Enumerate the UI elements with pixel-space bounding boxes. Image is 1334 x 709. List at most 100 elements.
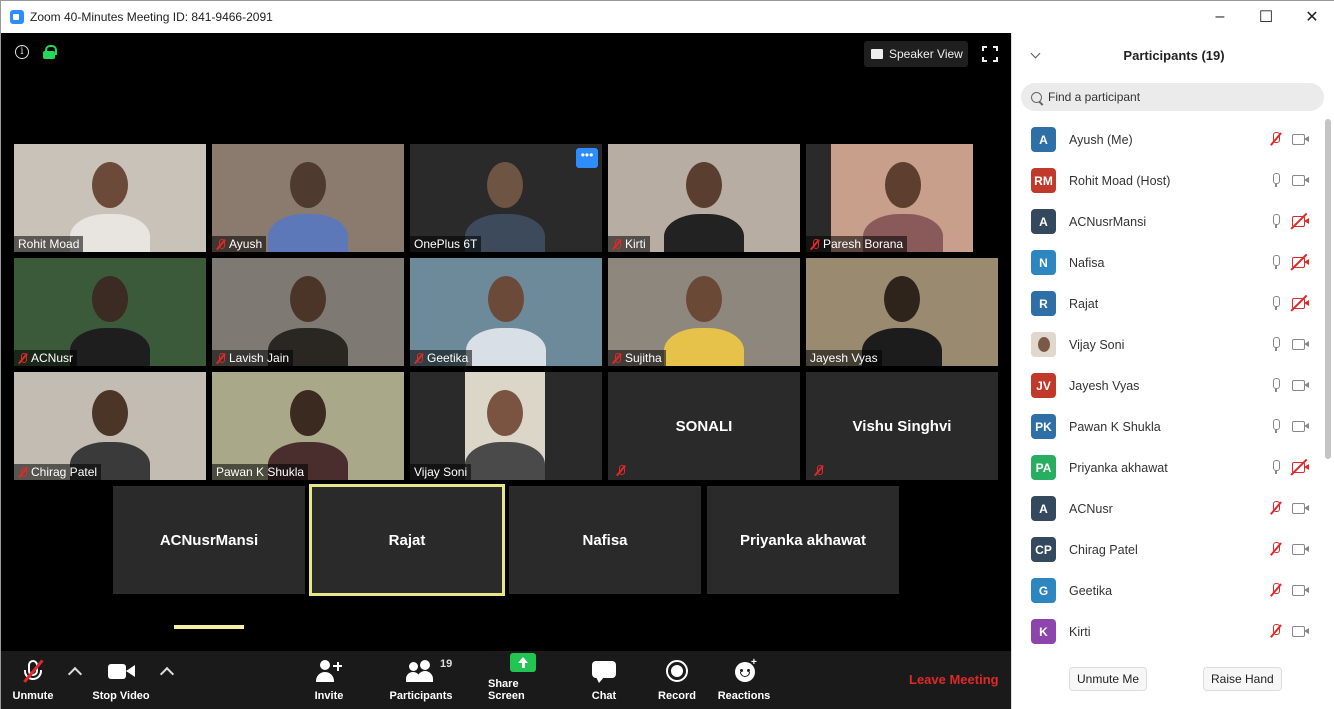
participants-scrollbar[interactable] [1325, 119, 1331, 459]
video-tile[interactable]: Sujitha [608, 258, 800, 366]
participant-row[interactable]: K Kirti [1012, 611, 1324, 652]
participant-row[interactable]: G Geetika [1012, 570, 1324, 611]
video-tile[interactable]: Rohit Moad [14, 144, 206, 252]
record-button[interactable]: Record [657, 651, 697, 709]
participant-row[interactable]: A ACNusr [1012, 488, 1324, 529]
avatar [1031, 332, 1056, 357]
camera-icon [1292, 503, 1309, 514]
tile-name-text: Rohit Moad [18, 237, 80, 251]
video-tile[interactable]: Pawan K Shukla [212, 372, 404, 480]
person-head [92, 162, 128, 208]
speaker-view-label: Speaker View [889, 47, 963, 61]
muted-mic-icon [20, 659, 46, 684]
speaker-view-button[interactable]: Speaker View [864, 41, 968, 67]
muted-mic-icon [1271, 542, 1281, 556]
participant-name: Geetika [1069, 583, 1113, 598]
video-tile[interactable]: OnePlus 6T ••• [410, 144, 602, 252]
close-button[interactable]: ✕ [1289, 1, 1334, 33]
audio-options-chevron-icon[interactable] [67, 666, 83, 682]
participants-icon [406, 660, 434, 684]
video-tile[interactable]: Vishu Singhvi [806, 372, 998, 480]
video-tile[interactable]: Kirti [608, 144, 800, 252]
participant-row[interactable]: RM Rohit Moad (Host) [1012, 160, 1324, 201]
avatar: A [1031, 496, 1056, 521]
maximize-button[interactable]: ☐ [1243, 1, 1289, 33]
collapse-chevron-icon[interactable] [1030, 48, 1041, 59]
unmute-button[interactable]: Unmute [9, 651, 57, 709]
participant-row[interactable]: Vijay Soni [1012, 324, 1324, 365]
participant-row[interactable]: JV Jayesh Vyas [1012, 365, 1324, 406]
avatar: PA [1031, 455, 1056, 480]
share-screen-button[interactable]: Share Screen [488, 651, 558, 709]
person-head [686, 162, 722, 208]
participant-row[interactable]: PK Pawan K Shukla [1012, 406, 1324, 447]
more-options-icon[interactable]: ••• [576, 148, 598, 168]
video-tile[interactable]: Chirag Patel [14, 372, 206, 480]
video-tile[interactable]: Priyanka akhawat [707, 486, 899, 594]
person-body [70, 328, 150, 366]
participant-search[interactable] [1021, 83, 1324, 111]
video-tile[interactable]: SONALI [608, 372, 800, 480]
tile-name-text: Vijay Soni [414, 465, 468, 479]
zoom-window: Zoom 40-Minutes Meeting ID: 841-9466-209… [0, 0, 1334, 709]
tile-name-text: Rajat [388, 531, 426, 549]
unmute-me-button[interactable]: Unmute Me [1069, 667, 1148, 691]
window-title: Zoom 40-Minutes Meeting ID: 841-9466-209… [30, 10, 273, 24]
participants-footer: Unmute Me Raise Hand [1012, 663, 1334, 693]
smiley-plus-icon: + [731, 657, 757, 684]
participant-row[interactable]: PA Priyanka akhawat [1012, 447, 1324, 488]
fullscreen-icon[interactable] [982, 46, 998, 62]
participant-row[interactable]: A ACNusrMansi [1012, 201, 1324, 242]
info-icon[interactable]: i [15, 45, 29, 59]
video-tile[interactable]: Paresh Borana [806, 144, 973, 252]
participant-row[interactable]: CP Chirag Patel [1012, 529, 1324, 570]
participant-name: Rohit Moad (Host) [1069, 173, 1171, 188]
video-tile[interactable]: Geetika [410, 258, 602, 366]
video-feed [465, 372, 545, 480]
camera-icon [1292, 544, 1309, 555]
mic-icon [1271, 460, 1281, 474]
video-options-chevron-icon[interactable] [159, 666, 175, 682]
video-tile[interactable]: Nafisa [509, 486, 701, 594]
tile-name-text: OnePlus 6T [414, 237, 478, 251]
video-tile[interactable]: Vijay Soni [410, 372, 602, 480]
reactions-button[interactable]: + Reactions [717, 651, 771, 709]
camera-icon [1292, 421, 1309, 432]
tile-name-label: Chirag Patel [14, 464, 102, 480]
participant-name: Ayush (Me) [1069, 132, 1133, 147]
participant-name: Jayesh Vyas [1069, 378, 1140, 393]
video-tile[interactable]: ACNusrMansi [113, 486, 305, 594]
lock-icon[interactable] [43, 45, 57, 59]
video-tile[interactable]: ACNusr [14, 258, 206, 366]
invite-button[interactable]: Invite [309, 651, 349, 709]
video-tile[interactable]: Jayesh Vyas [806, 258, 998, 366]
video-tile[interactable]: Rajat [309, 484, 505, 596]
chat-button[interactable]: Chat [588, 651, 620, 709]
video-tile[interactable]: Lavish Jain [212, 258, 404, 366]
stop-video-button[interactable]: Stop Video [89, 651, 153, 709]
person-head [92, 390, 128, 436]
participant-name: Rajat [1069, 296, 1099, 311]
record-label: Record [658, 690, 696, 702]
tile-name-text: Vishu Singhvi [852, 417, 952, 435]
stop-video-label: Stop Video [92, 690, 150, 702]
tile-name-text: ACNusr [31, 351, 74, 365]
tile-name-label: Lavish Jain [212, 350, 294, 366]
minimize-button[interactable]: – [1197, 1, 1243, 33]
participant-row[interactable]: A Ayush (Me) [1012, 119, 1324, 160]
chat-icon [591, 660, 617, 684]
share-screen-icon [510, 651, 536, 672]
tile-name-label: Geetika [410, 350, 473, 366]
person-head [92, 276, 128, 322]
leave-meeting-button[interactable]: Leave Meeting [909, 672, 999, 687]
video-tile[interactable]: Ayush [212, 144, 404, 252]
avatar: K [1031, 619, 1056, 644]
raise-hand-button[interactable]: Raise Hand [1203, 667, 1282, 691]
participant-row[interactable]: N Nafisa [1012, 242, 1324, 283]
avatar: R [1031, 291, 1056, 316]
tile-name-text: Pawan K Shukla [216, 465, 305, 479]
meeting-top-icons: i [15, 45, 57, 59]
participant-search-input[interactable] [1048, 90, 1298, 104]
participant-row[interactable]: R Rajat [1012, 283, 1324, 324]
muted-mic-icon [18, 466, 28, 478]
